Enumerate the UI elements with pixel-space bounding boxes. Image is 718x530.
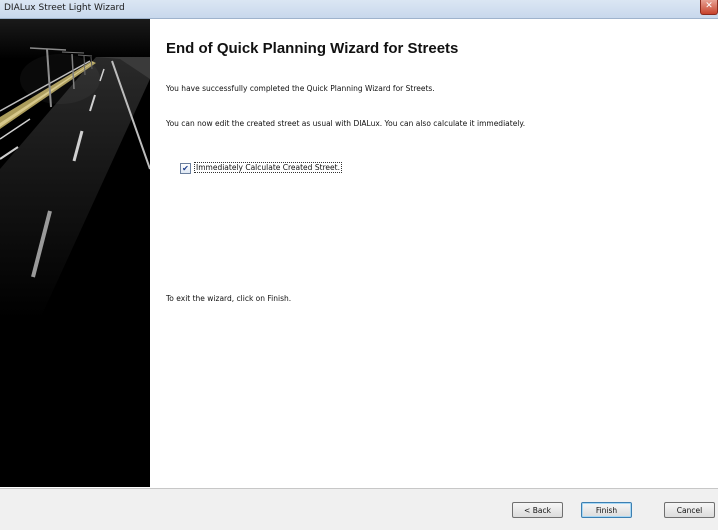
calculate-checkbox-label[interactable]: Immediately Calculate Created Street. [194, 162, 342, 173]
close-icon: ✕ [705, 1, 713, 11]
close-button[interactable]: ✕ [700, 0, 718, 15]
cancel-button[interactable]: Cancel [664, 502, 715, 518]
button-bar: < Back Finish Cancel [0, 488, 718, 530]
completion-message: You have successfully completed the Quic… [166, 84, 435, 93]
calculate-checkbox[interactable]: ✔ [180, 163, 191, 174]
back-button[interactable]: < Back [512, 502, 563, 518]
window-title: DIALux Street Light Wizard [4, 3, 125, 13]
checkmark-icon: ✔ [182, 164, 189, 173]
wizard-content: End of Quick Planning Wizard for Streets… [150, 19, 718, 487]
edit-message: You can now edit the created street as u… [166, 119, 526, 128]
page-title: End of Quick Planning Wizard for Streets [166, 40, 459, 57]
finish-button[interactable]: Finish [581, 502, 632, 518]
night-street-image [0, 19, 150, 487]
title-bar[interactable]: DIALux Street Light Wizard ✕ [0, 0, 718, 19]
exit-hint: To exit the wizard, click on Finish. [166, 294, 292, 303]
wizard-window: DIALux Street Light Wizard ✕ End of Quic… [0, 0, 718, 530]
